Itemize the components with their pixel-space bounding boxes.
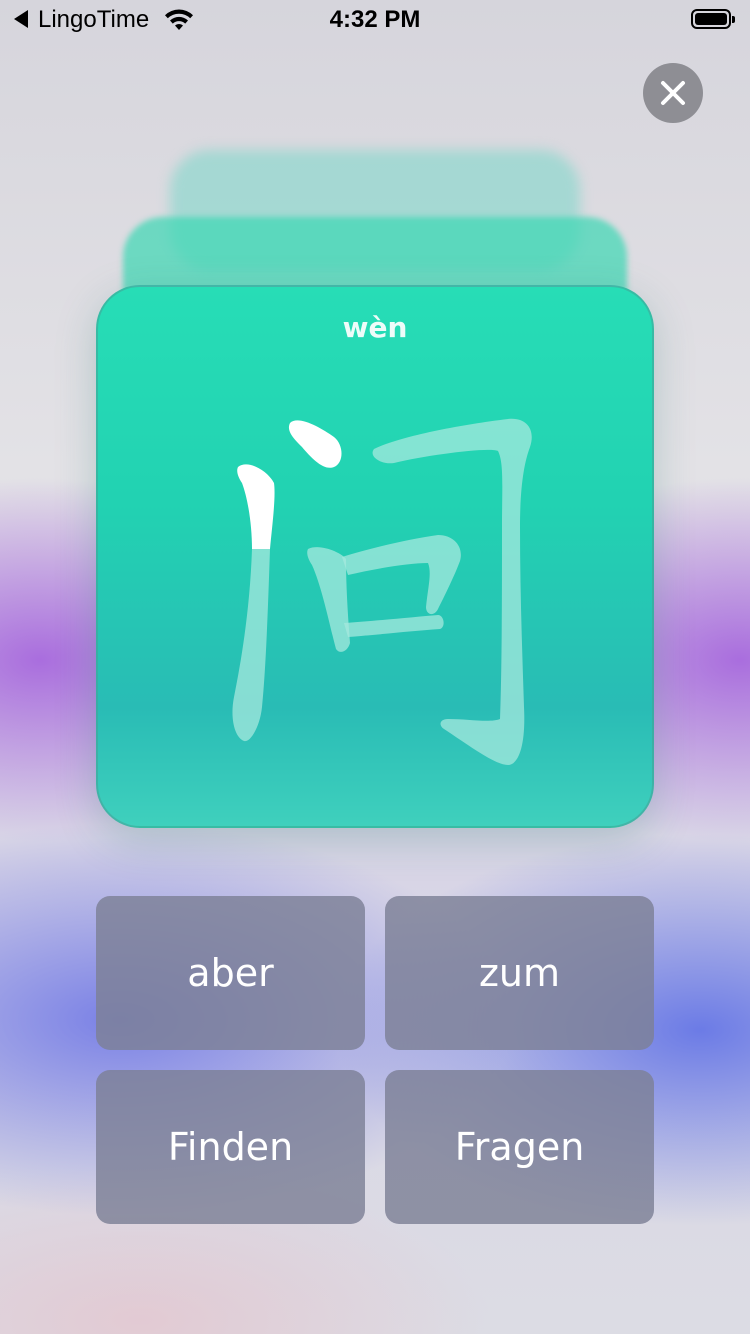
flashcard: wèn bbox=[96, 285, 654, 828]
stroke-hook bbox=[372, 418, 532, 765]
character-glyph bbox=[232, 418, 532, 765]
close-icon bbox=[661, 81, 685, 105]
answer-button-aber[interactable]: aber bbox=[96, 896, 365, 1050]
stroke-mouth-top-right bbox=[342, 535, 461, 615]
stroke-left-vertical-highlight bbox=[237, 464, 275, 549]
battery-icon bbox=[691, 9, 735, 29]
stroke-left-vertical bbox=[232, 549, 270, 742]
stroke-dot bbox=[288, 420, 342, 468]
stroke-mouth-bottom bbox=[344, 615, 444, 637]
status-time: 4:32 PM bbox=[329, 6, 421, 33]
answer-button-fragen[interactable]: Fragen bbox=[385, 1070, 654, 1224]
stroke-mouth-left bbox=[307, 547, 350, 652]
close-button[interactable] bbox=[643, 63, 703, 123]
answer-button-zum[interactable]: zum bbox=[385, 896, 654, 1050]
answer-button-finden[interactable]: Finden bbox=[96, 1070, 365, 1224]
status-bar: LingoTime 4:32 PM bbox=[0, 0, 750, 40]
